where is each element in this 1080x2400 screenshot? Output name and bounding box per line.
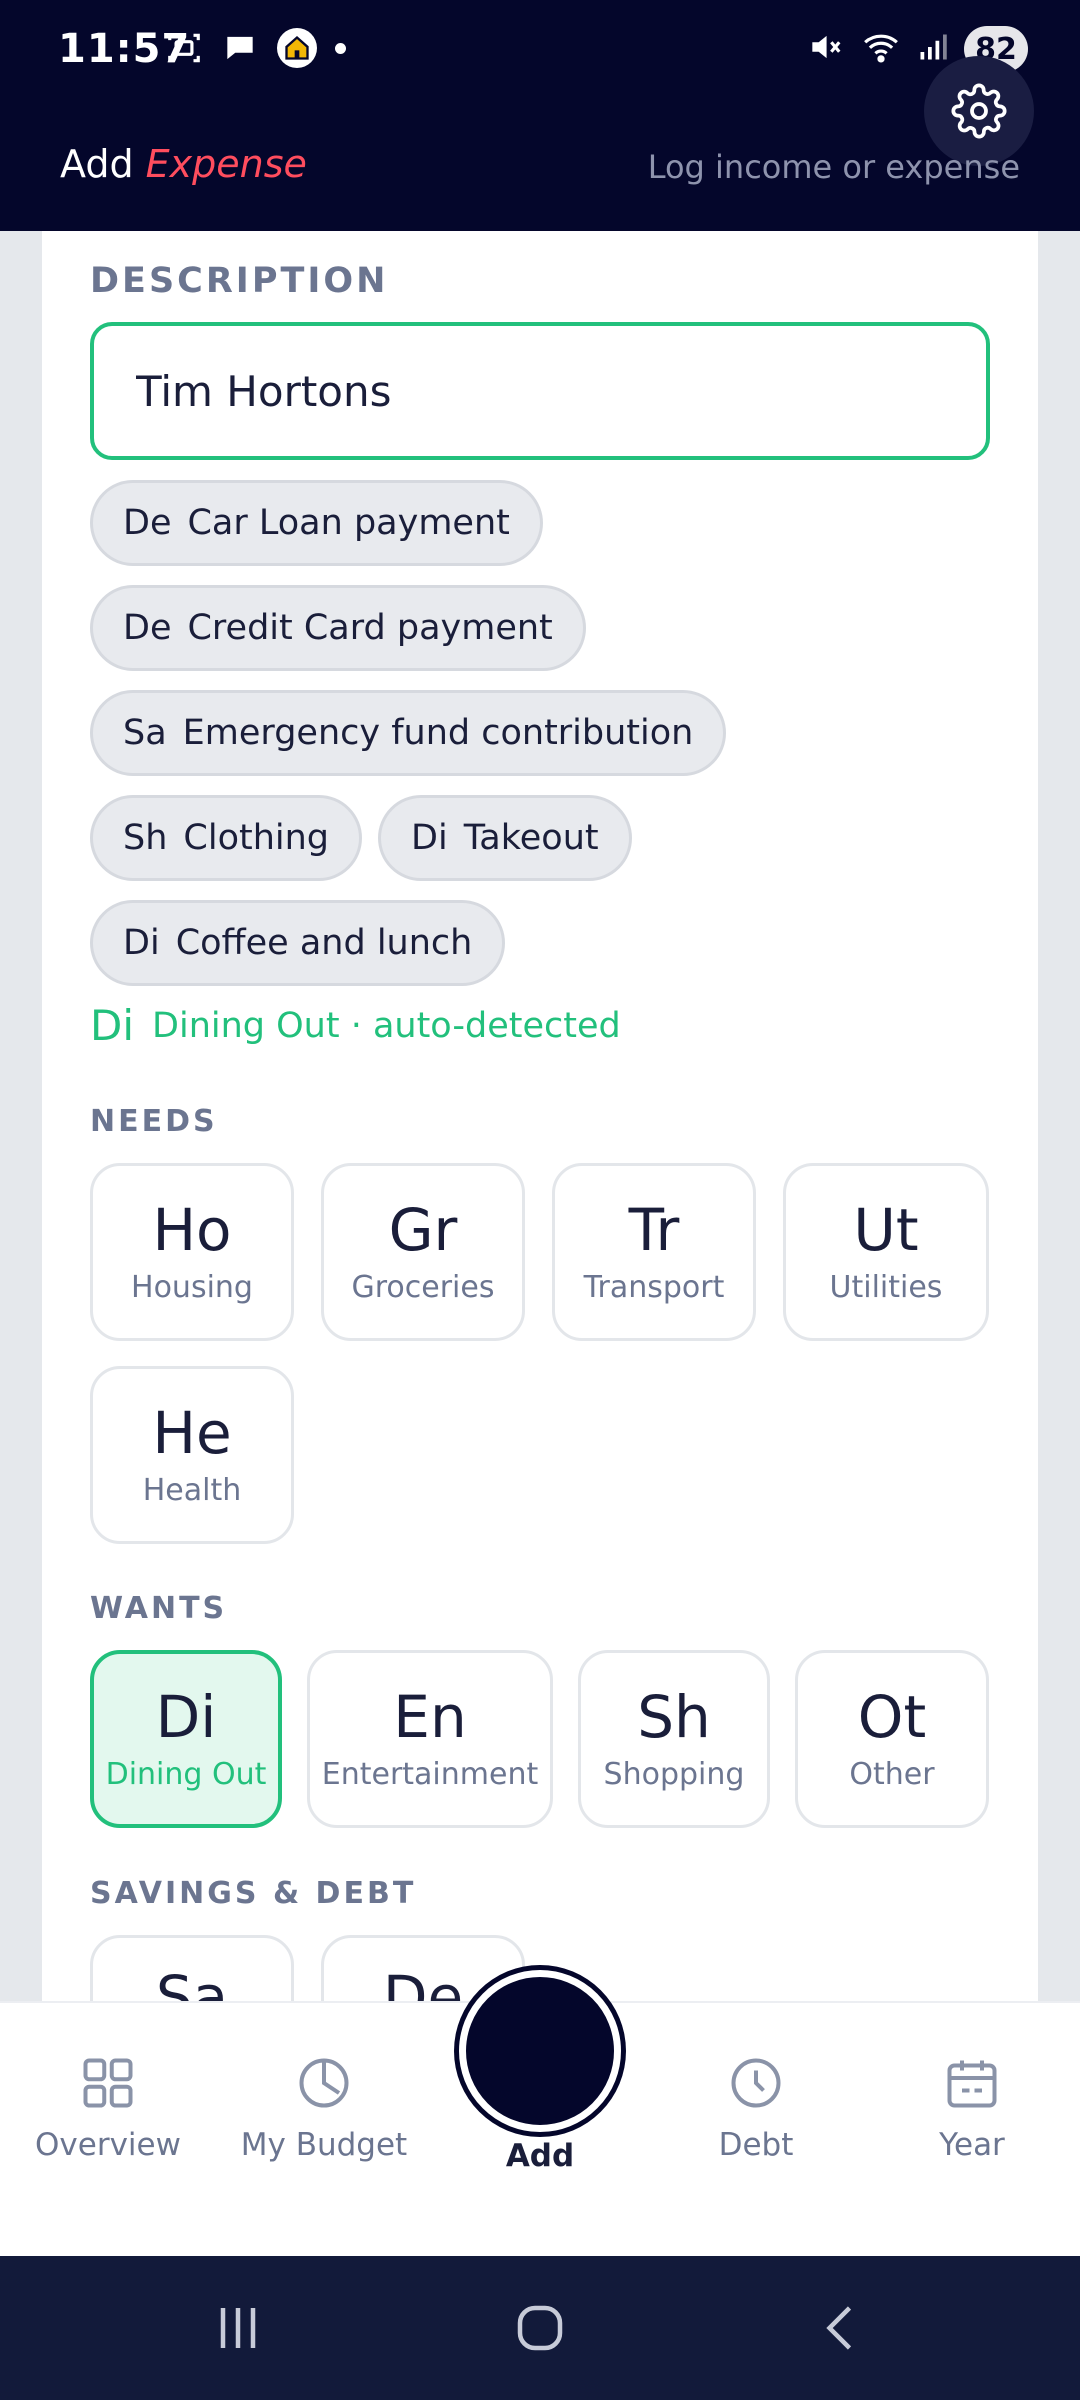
tile-abbr: Ut bbox=[853, 1195, 919, 1264]
add-button[interactable] bbox=[459, 1970, 621, 2132]
calendar-icon bbox=[947, 2060, 997, 2108]
nav-label: Year bbox=[939, 2127, 1005, 2163]
chip-label: Credit Card payment bbox=[187, 608, 553, 648]
category-tile-entertainment[interactable]: En Entertainment bbox=[307, 1650, 553, 1828]
detected-text: Dining Out · auto-detected bbox=[152, 1005, 621, 1046]
category-tile-groceries[interactable]: Gr Groceries bbox=[321, 1163, 525, 1341]
wifi-icon bbox=[860, 28, 902, 70]
home-button-icon[interactable] bbox=[510, 2298, 570, 2358]
tile-name: Other bbox=[849, 1757, 935, 1793]
signal-icon bbox=[918, 30, 948, 68]
category-tile-health[interactable]: He Health bbox=[90, 1366, 294, 1544]
chip-abbr: Di bbox=[123, 923, 160, 963]
notification-dot-icon bbox=[335, 42, 346, 54]
tile-name: Entertainment bbox=[321, 1757, 539, 1793]
tile-abbr: He bbox=[152, 1398, 232, 1467]
category-tile-utilities[interactable]: Ut Utilities bbox=[783, 1163, 989, 1341]
chip-label: Emergency fund contribution bbox=[182, 713, 694, 753]
tile-abbr: Ot bbox=[857, 1682, 927, 1751]
tile-abbr: Gr bbox=[388, 1195, 458, 1264]
category-tile-housing[interactable]: Ho Housing bbox=[90, 1163, 294, 1341]
nav-label: Debt bbox=[718, 2127, 794, 2163]
back-icon[interactable] bbox=[812, 2298, 872, 2358]
chip-label: Takeout bbox=[463, 818, 599, 858]
nav-overview[interactable]: Overview bbox=[8, 2053, 208, 2163]
tile-name: Groceries bbox=[351, 1270, 495, 1306]
nav-my-budget[interactable]: My Budget bbox=[224, 2053, 424, 2163]
chip-label: Coffee and lunch bbox=[175, 923, 473, 963]
clock-icon bbox=[731, 2058, 781, 2108]
suggestion-chip[interactable]: De Credit Card payment bbox=[90, 585, 586, 671]
suggestion-chip[interactable]: Di Takeout bbox=[378, 795, 632, 881]
tile-abbr: De bbox=[382, 1963, 464, 2001]
chat-bubble-icon bbox=[221, 29, 259, 67]
auto-detected-category: Di Dining Out · auto-detected bbox=[90, 1001, 621, 1050]
needs-label: NEEDS bbox=[90, 1104, 218, 1139]
category-tile-dining-out[interactable]: Di Dining Out bbox=[90, 1650, 282, 1828]
tile-name: Dining Out bbox=[105, 1757, 267, 1793]
page-title-accent: Expense bbox=[145, 142, 307, 186]
app-header: 11:57 82 Add Expense Log income or expen… bbox=[0, 0, 1080, 231]
status-left-icons bbox=[165, 28, 346, 68]
detected-abbr: Di bbox=[90, 1001, 135, 1050]
tile-name: Transport bbox=[583, 1270, 725, 1306]
tile-abbr: Sh bbox=[637, 1682, 711, 1751]
chip-abbr: Sh bbox=[123, 818, 168, 858]
nav-debt[interactable]: Debt bbox=[656, 2053, 856, 2163]
tile-name: Health bbox=[142, 1473, 242, 1509]
suggestion-chip[interactable]: Di Coffee and lunch bbox=[90, 900, 506, 986]
suggestion-chip[interactable]: Sh Clothing bbox=[90, 795, 363, 881]
gear-icon bbox=[951, 83, 1007, 139]
pie-clock-icon bbox=[299, 2058, 349, 2108]
tile-abbr: En bbox=[393, 1682, 467, 1751]
page-title-prefix: Add bbox=[60, 142, 134, 186]
home-icon bbox=[277, 28, 317, 68]
page-title: Add Expense bbox=[60, 142, 307, 186]
nav-add-label: Add bbox=[505, 2138, 575, 2174]
chip-label: Clothing bbox=[183, 818, 330, 858]
suggestion-chip[interactable]: De Car Loan payment bbox=[90, 480, 543, 566]
tile-name: Utilities bbox=[829, 1270, 943, 1306]
nav-label: Overview bbox=[35, 2127, 181, 2163]
tile-name: Shopping bbox=[603, 1757, 745, 1793]
description-input[interactable] bbox=[90, 322, 990, 460]
expense-form-card: DESCRIPTION De Car Loan payment De Credi… bbox=[42, 231, 1038, 2001]
tile-abbr: Sa bbox=[155, 1963, 229, 2001]
wants-label: WANTS bbox=[90, 1591, 228, 1626]
savings-debt-label: SAVINGS & DEBT bbox=[90, 1876, 417, 1911]
category-tile-shopping[interactable]: Sh Shopping bbox=[578, 1650, 770, 1828]
chip-abbr: De bbox=[123, 608, 172, 648]
tile-abbr: Di bbox=[155, 1682, 217, 1751]
chip-abbr: Di bbox=[411, 818, 448, 858]
description-label: DESCRIPTION bbox=[90, 261, 389, 301]
page-subtitle: Log income or expense bbox=[647, 148, 1020, 186]
nav-year[interactable]: Year bbox=[872, 2053, 1072, 2163]
category-tile-transport[interactable]: Tr Transport bbox=[552, 1163, 756, 1341]
chip-label: Car Loan payment bbox=[187, 503, 510, 543]
tile-abbr: Tr bbox=[628, 1195, 680, 1264]
recent-apps-icon[interactable] bbox=[208, 2298, 268, 2358]
chip-abbr: Sa bbox=[123, 713, 167, 753]
system-nav-bar bbox=[0, 2256, 1080, 2400]
mute-icon bbox=[806, 28, 844, 70]
chip-abbr: De bbox=[123, 503, 172, 543]
grid-icon bbox=[83, 2058, 133, 2108]
nav-label: My Budget bbox=[240, 2127, 408, 2163]
category-tile-savings[interactable]: Sa bbox=[90, 1935, 294, 2001]
suggestion-chip[interactable]: Sa Emergency fund contribution bbox=[90, 690, 727, 776]
screenshot-icon bbox=[165, 29, 203, 67]
tile-abbr: Ho bbox=[152, 1195, 232, 1264]
category-tile-other[interactable]: Ot Other bbox=[795, 1650, 989, 1828]
tile-name: Housing bbox=[131, 1270, 253, 1306]
